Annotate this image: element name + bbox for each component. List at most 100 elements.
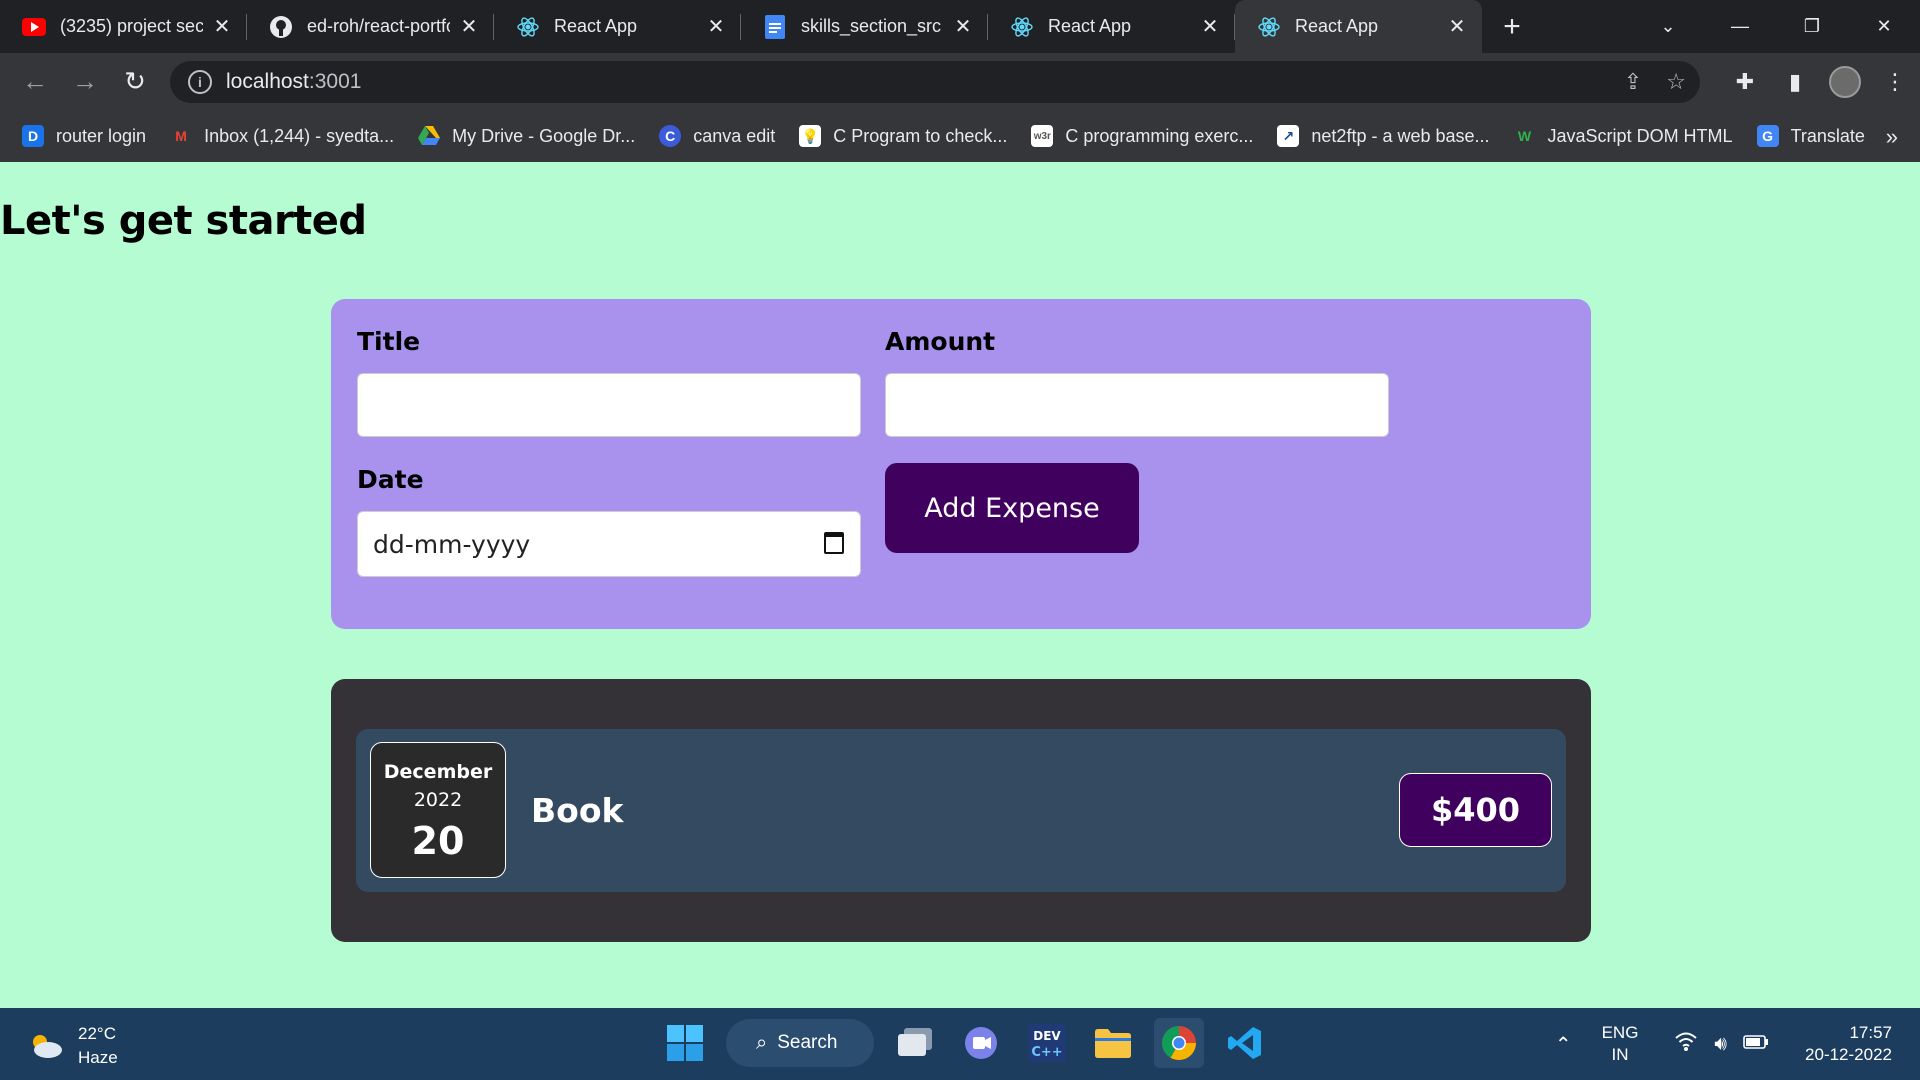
search-icon: ⌕ xyxy=(756,1031,768,1054)
page-heading: Let's get started xyxy=(0,198,367,244)
tab-title: (3235) project secti xyxy=(60,16,203,36)
share-icon[interactable]: ⇪ xyxy=(1624,69,1642,95)
add-expense-button[interactable]: Add Expense xyxy=(885,463,1139,553)
date-label: Date xyxy=(357,465,424,494)
toolbar-right: ✚ ▮ ⋮ xyxy=(1720,53,1920,110)
svg-text:DEV: DEV xyxy=(1033,1029,1061,1043)
tab-title: React App xyxy=(554,16,638,36)
close-tab-icon[interactable]: ✕ xyxy=(952,16,974,38)
tab-title: ed-roh/react-portfo xyxy=(307,16,450,36)
bookmark-translate[interactable]: G Translate xyxy=(1756,125,1865,147)
bookmark-drive[interactable]: My Drive - Google Dr... xyxy=(418,125,635,147)
bookmark-label: router login xyxy=(56,125,147,146)
bookmark-router-login[interactable]: D router login xyxy=(22,125,146,147)
url-port: :3001 xyxy=(308,70,362,93)
bookmark-star-icon[interactable]: ☆ xyxy=(1666,69,1686,95)
devcpp-icon[interactable]: DEV C++ xyxy=(1022,1018,1072,1068)
url-host: localhost xyxy=(226,70,309,93)
expense-amount: $400 xyxy=(1399,773,1552,847)
expenses-list: December 2022 20 Book $400 xyxy=(331,679,1591,942)
page-content: Let's get started Title Amount Date dd-m… xyxy=(0,162,1920,1008)
file-explorer-icon[interactable] xyxy=(1088,1018,1138,1068)
tab-react-app-active[interactable]: React App ✕ xyxy=(1235,0,1482,53)
expense-date: December 2022 20 xyxy=(370,742,506,878)
expense-item[interactable]: December 2022 20 Book $400 xyxy=(356,729,1566,892)
close-tab-icon[interactable]: ✕ xyxy=(458,16,480,38)
tab-react-app-1[interactable]: React App ✕ xyxy=(494,0,741,53)
bookmark-inbox[interactable]: M Inbox (1,244) - syedta... xyxy=(170,125,394,147)
chrome-icon[interactable] xyxy=(1154,1018,1204,1068)
new-tab-button[interactable]: + xyxy=(1482,0,1542,53)
side-panel-icon[interactable]: ▮ xyxy=(1770,53,1820,110)
w3r-icon: w3r xyxy=(1031,125,1054,147)
restore-icon[interactable]: ❐ xyxy=(1776,0,1848,53)
youtube-icon xyxy=(22,15,46,39)
w-icon: W xyxy=(1517,128,1532,144)
svg-text:C++: C++ xyxy=(1031,1045,1062,1060)
tab-search-chevron-icon[interactable]: ⌄ xyxy=(1632,0,1704,53)
weather-temperature: 22°C xyxy=(78,1024,116,1043)
close-tab-icon[interactable]: ✕ xyxy=(1199,16,1221,38)
bookmark-label: Translate xyxy=(1790,125,1865,146)
tab-docs[interactable]: skills_section_src - ( ✕ xyxy=(741,0,988,53)
react-icon xyxy=(1257,15,1281,39)
bookmark-canva[interactable]: C canva edit xyxy=(659,125,775,147)
net2ftp-icon: ↗ xyxy=(1277,125,1300,147)
windows-start-icon[interactable] xyxy=(660,1018,710,1068)
github-icon xyxy=(269,15,293,39)
profile-avatar[interactable] xyxy=(1829,65,1861,98)
clock-date: 20-12-2022 xyxy=(1805,1045,1892,1064)
tab-github[interactable]: ed-roh/react-portfo ✕ xyxy=(247,0,494,53)
clock-time: 17:57 xyxy=(1849,1023,1892,1042)
expense-day: 20 xyxy=(411,819,465,863)
bookmark-javascript-dom[interactable]: W JavaScript DOM HTML xyxy=(1514,125,1733,147)
drive-icon xyxy=(418,125,441,147)
bookmark-label: C programming exerc... xyxy=(1065,125,1254,146)
teams-chat-icon[interactable] xyxy=(956,1018,1006,1068)
tab-youtube[interactable]: (3235) project secti ✕ xyxy=(0,0,247,53)
haze-weather-icon xyxy=(33,1035,62,1058)
battery-icon[interactable] xyxy=(1743,1033,1769,1056)
close-tab-icon[interactable]: ✕ xyxy=(211,16,233,38)
lang-region: IN xyxy=(1611,1045,1629,1064)
d-icon: D xyxy=(22,125,44,147)
reload-icon[interactable]: ↻ xyxy=(110,62,160,102)
bookmark-label: net2ftp - a web base... xyxy=(1311,125,1490,146)
close-tab-icon[interactable]: ✕ xyxy=(1446,16,1468,38)
site-info-icon[interactable]: i xyxy=(188,70,212,94)
close-tab-icon[interactable]: ✕ xyxy=(705,16,727,38)
bookmark-c-program[interactable]: 💡 C Program to check... xyxy=(799,125,1007,147)
bulb-icon: 💡 xyxy=(799,125,822,147)
date-input[interactable]: dd-mm-yyyy xyxy=(357,511,861,577)
wifi-icon[interactable] xyxy=(1674,1031,1698,1057)
show-hidden-icons-chevron-icon[interactable]: ⌃ xyxy=(1555,1032,1572,1057)
taskbar-search[interactable]: ⌕ Search xyxy=(726,1019,874,1067)
bookmark-label: My Drive - Google Dr... xyxy=(452,125,636,146)
tab-react-app-2[interactable]: React App ✕ xyxy=(988,0,1235,53)
vscode-icon[interactable] xyxy=(1220,1018,1270,1068)
expense-month: December xyxy=(383,761,493,783)
url-text: localhost:3001 xyxy=(226,70,361,94)
task-view-icon[interactable] xyxy=(890,1018,940,1068)
extensions-icon[interactable]: ✚ xyxy=(1720,53,1770,110)
weather-widget[interactable]: 22°C Haze xyxy=(26,1022,118,1070)
back-icon[interactable]: ← xyxy=(10,62,60,102)
menu-kebab-icon[interactable]: ⋮ xyxy=(1870,53,1920,110)
expense-title: Book xyxy=(531,791,624,830)
forward-icon[interactable]: → xyxy=(60,62,110,102)
taskbar-clock[interactable]: 17:57 20-12-2022 xyxy=(1805,1022,1892,1066)
more-bookmarks-icon[interactable]: » xyxy=(1886,124,1898,150)
input-language[interactable]: ENG IN xyxy=(1602,1022,1639,1066)
bookmarks-bar: D router login M Inbox (1,244) - syedta.… xyxy=(0,110,1920,162)
address-bar[interactable]: i localhost:3001 ⇪ ☆ xyxy=(170,61,1700,103)
bookmark-net2ftp[interactable]: ↗ net2ftp - a web base... xyxy=(1277,125,1490,147)
close-window-icon[interactable]: ✕ xyxy=(1848,0,1920,53)
bookmark-label: Inbox (1,244) - syedta... xyxy=(204,125,395,146)
minimize-icon[interactable]: — xyxy=(1704,0,1776,53)
calendar-icon[interactable] xyxy=(824,532,844,554)
volume-icon[interactable]: 🔊︎ xyxy=(1714,1033,1727,1056)
bookmark-w3resource[interactable]: w3r C programming exerc... xyxy=(1031,125,1253,147)
taskbar-apps: ⌕ Search DEV C++ xyxy=(660,1018,1270,1068)
amount-input[interactable] xyxy=(885,373,1389,437)
title-input[interactable] xyxy=(357,373,861,437)
